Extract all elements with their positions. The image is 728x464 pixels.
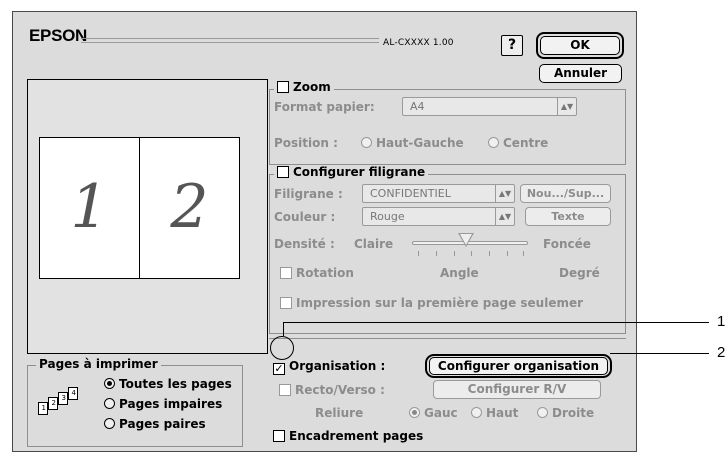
layout-group: ✓ Organisation : Configurer organisation … [269,338,626,448]
radio-binding-left[interactable]: Gauc [409,406,458,420]
first-page-only-checkbox[interactable]: Impression sur la première page seulemer [280,296,618,310]
radio-top-left[interactable]: Haut-Gauche [361,136,464,150]
configure-layout-button[interactable]: Configurer organisation [429,357,608,375]
pages-to-print-group: Pages à imprimer 1 2 3 4 Toutes les page… [27,357,243,447]
density-max-label: Foncée [543,237,591,251]
density-label: Densité : [274,237,335,251]
duplex-checkbox[interactable]: Recto/Verso : [279,383,385,397]
radio-icon [361,137,372,148]
watermark-group: Configurer filigrane Filigrane : CONFIDE… [269,165,626,334]
layout-button-frame: Configurer organisation [425,354,612,378]
watermark-label: Filigrane : [274,187,343,201]
checkbox-icon [277,166,289,178]
checkbox-icon [279,384,291,396]
radio-binding-right[interactable]: Droite [537,406,594,420]
updown-arrow-icon: ▲▼ [495,208,514,225]
position-label: Position : [274,136,338,150]
print-layout-dialog: EPSON AL-CXXXX 1.00 ? OK Annuler 1 2 Pag… [12,11,637,452]
driver-version: AL-CXXXX 1.00 [383,38,454,48]
new-delete-watermark-button[interactable]: Nou.../Sup... [520,184,611,203]
binding-label: Reliure [315,406,364,420]
layout-checkbox[interactable]: ✓ Organisation : [273,359,385,375]
radio-center[interactable]: Centre [488,136,548,150]
degree-label: Degré [559,266,600,280]
radio-icon [104,418,115,429]
ok-button[interactable]: OK [540,36,620,55]
angle-label: Angle [440,266,479,280]
radio-icon [471,407,482,418]
updown-arrow-icon: ▲▼ [557,98,576,115]
density-slider-thumb-fill [460,234,472,245]
density-min-label: Claire [354,237,394,251]
checkbox-icon [280,267,292,279]
preview-page-1: 1 [39,137,140,279]
watermark-select[interactable]: CONFIDENTIEL ▲▼ [362,184,515,203]
brand-logo: EPSON [29,26,88,45]
radio-odd-pages[interactable]: Pages impaires [104,397,222,411]
callout-line-2 [610,353,709,354]
density-ticks [418,251,524,256]
preview-page-2: 2 [139,137,240,279]
callout-line-1 [283,322,709,323]
pages-stack-icon: 1 2 3 4 [38,387,88,428]
zoom-group: Zoom Format papier: A4 ▲▼ Position : Hau… [269,80,626,165]
help-button[interactable]: ? [501,35,523,56]
radio-even-pages[interactable]: Pages paires [104,417,206,431]
radio-binding-top[interactable]: Haut [471,406,518,420]
paper-size-label: Format papier: [274,100,375,114]
paper-size-select[interactable]: A4 ▲▼ [402,97,577,116]
color-label: Couleur : [274,210,336,224]
radio-icon [488,137,499,148]
callout-circle-1 [270,336,294,360]
configure-duplex-button[interactable]: Configurer R/V [433,380,601,399]
watermark-checkbox[interactable]: Configurer filigrane [274,165,429,179]
callout-connector-1 [283,322,284,336]
callout-number-1: 1 [717,313,726,330]
page-border-checkbox[interactable]: Encadrement pages [273,429,423,443]
radio-selected-icon [104,378,115,389]
title-rule-2 [81,42,379,43]
pages-to-print-title: Pages à imprimer [36,357,161,371]
ok-button-frame: OK [536,32,624,59]
radio-all-pages[interactable]: Toutes les pages [104,377,232,391]
rotation-checkbox[interactable]: Rotation [280,266,354,280]
color-select[interactable]: Rouge ▲▼ [362,207,515,226]
callout-number-2: 2 [717,344,726,361]
layout-preview: 1 2 [27,79,268,354]
cancel-button[interactable]: Annuler [539,64,622,83]
radio-icon [104,398,115,409]
checkbox-icon [280,297,292,309]
checkbox-checked-icon: ✓ [273,362,285,375]
title-rule [81,38,379,39]
zoom-checkbox[interactable]: Zoom [274,80,334,94]
checkbox-icon [277,81,289,93]
updown-arrow-icon: ▲▼ [495,185,514,202]
radio-icon [537,407,548,418]
checkbox-icon [273,430,285,442]
radio-selected-icon [409,407,420,418]
text-button[interactable]: Texte [525,207,611,226]
